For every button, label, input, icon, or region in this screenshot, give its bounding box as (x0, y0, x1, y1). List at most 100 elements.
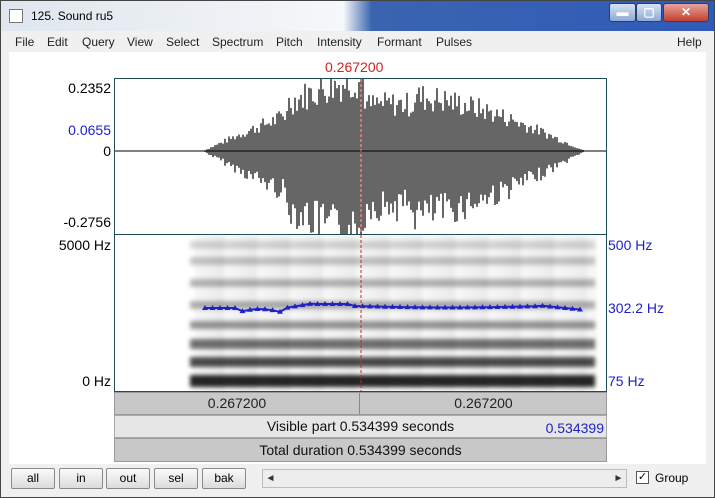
spectrogram-striation (384, 235, 386, 391)
scroll-left-arrow-icon[interactable]: ◄ (263, 470, 278, 487)
spectrogram-striation (372, 235, 374, 391)
spectrogram-striation (483, 235, 485, 391)
spectrogram-striation (468, 235, 470, 391)
spectrogram-striation (213, 235, 215, 391)
spectrogram-striation (423, 235, 425, 391)
menu-pulses[interactable]: Pulses (436, 35, 472, 49)
spectrogram-striation (561, 235, 563, 391)
spectrogram-striation (576, 235, 578, 391)
spectrogram-striation (453, 235, 455, 391)
time-bar[interactable]: 0.267200 0.267200 (114, 392, 607, 415)
scroll-right-arrow-icon[interactable]: ► (611, 470, 626, 487)
spectrogram-striation (522, 235, 524, 391)
spectrogram-striation (249, 235, 251, 391)
spectrogram-striation (549, 235, 551, 391)
spectrogram-striation (240, 235, 242, 391)
menu-pitch[interactable]: Pitch (276, 35, 303, 49)
spectrogram-striation (342, 235, 344, 391)
close-button[interactable]: ✕ (663, 3, 709, 22)
spectrogram-striation (195, 235, 197, 391)
waveform-panel[interactable] (114, 78, 607, 235)
spectrogram-striation (447, 235, 449, 391)
menu-intensity[interactable]: Intensity (317, 35, 362, 49)
spectrogram-striation (381, 235, 383, 391)
spectrogram-striation (531, 235, 533, 391)
group-checkbox[interactable]: ✓ (636, 471, 649, 484)
menu-formant[interactable]: Formant (377, 35, 422, 49)
spectrogram-striation (465, 235, 467, 391)
wave-min-label: -0.2756 (63, 214, 111, 230)
spectrogram-striation (537, 235, 539, 391)
spectrogram-panel[interactable] (114, 235, 607, 392)
spectrogram-striation (414, 235, 416, 391)
spectrogram-graphic (190, 235, 596, 391)
spectrogram-striation (591, 235, 593, 391)
spectrogram-striation (264, 235, 266, 391)
spectrogram-striation (273, 235, 275, 391)
spectrogram-striation (330, 235, 332, 391)
spectrogram-striation (396, 235, 398, 391)
spectrogram-striation (498, 235, 500, 391)
spectrogram-striation (315, 235, 317, 391)
zoom-selection-button[interactable]: sel (154, 468, 198, 489)
spectrogram-striation (222, 235, 224, 391)
spectrogram-striation (570, 235, 572, 391)
spectrogram-striation (369, 235, 371, 391)
visible-end-label: 0.534399 (545, 420, 604, 436)
waveform-graphic (115, 79, 606, 234)
spectrogram-striation (378, 235, 380, 391)
total-duration-bar[interactable]: Total duration 0.534399 seconds (114, 438, 607, 462)
zoom-back-button[interactable]: bak (202, 468, 246, 489)
spectrogram-striation (420, 235, 422, 391)
spectrogram-striation (462, 235, 464, 391)
spectrogram-striation (255, 235, 257, 391)
menu-bar: File Edit Query View Select Spectrum Pit… (9, 32, 706, 52)
zoom-out-button[interactable]: out (106, 468, 150, 489)
spectrogram-striation (459, 235, 461, 391)
waveform-strokes (204, 79, 584, 234)
group-label: Group (655, 471, 689, 485)
spectrogram-striation (333, 235, 335, 391)
time-bar-left[interactable]: 0.267200 (115, 393, 360, 414)
spectrogram-striation (225, 235, 227, 391)
horizontal-scrollbar[interactable]: ◄ ► (262, 469, 627, 488)
spectrogram-striation (294, 235, 296, 391)
title-bar[interactable]: 125. Sound ru5 ▬ ▢ ✕ (1, 1, 714, 31)
wave-max-label: 0.2352 (68, 80, 111, 96)
minimize-button[interactable]: ▬ (609, 3, 636, 22)
app-icon (9, 9, 23, 23)
spectrogram-striation (309, 235, 311, 391)
spectrogram-striation (198, 235, 200, 391)
spectrogram-striation (429, 235, 431, 391)
menu-select[interactable]: Select (166, 35, 199, 49)
spec-bottom-freq-label: 0 Hz (82, 373, 111, 389)
maximize-button[interactable]: ▢ (636, 3, 662, 22)
menu-view[interactable]: View (127, 35, 153, 49)
spectrogram-striation (594, 235, 596, 391)
spectrogram-striation (438, 235, 440, 391)
spectrogram-striation (285, 235, 287, 391)
menu-edit[interactable]: Edit (47, 35, 68, 49)
spectrogram-striation (525, 235, 527, 391)
time-bar-right[interactable]: 0.267200 (361, 393, 606, 414)
spectrogram-striation (573, 235, 575, 391)
zoom-in-button[interactable]: in (59, 468, 103, 489)
spectrogram-striation (321, 235, 323, 391)
spectrogram-striation (360, 235, 362, 391)
menu-file[interactable]: File (15, 35, 34, 49)
spectrogram-striation (291, 235, 293, 391)
zoom-all-button[interactable]: all (11, 468, 55, 489)
spectrogram-striation (456, 235, 458, 391)
menu-spectrum[interactable]: Spectrum (212, 35, 263, 49)
spectrogram-striation (339, 235, 341, 391)
spectrogram-striation (501, 235, 503, 391)
spectrogram-striation (288, 235, 290, 391)
spectrogram-striation (534, 235, 536, 391)
spec-top-freq-label: 5000 Hz (58, 237, 111, 253)
window-title: 125. Sound ru5 (31, 9, 114, 23)
spectrogram-striation (306, 235, 308, 391)
spectrogram-striation (201, 235, 203, 391)
menu-help[interactable]: Help (677, 35, 702, 49)
spectrogram-striation (486, 235, 488, 391)
menu-query[interactable]: Query (82, 35, 115, 49)
